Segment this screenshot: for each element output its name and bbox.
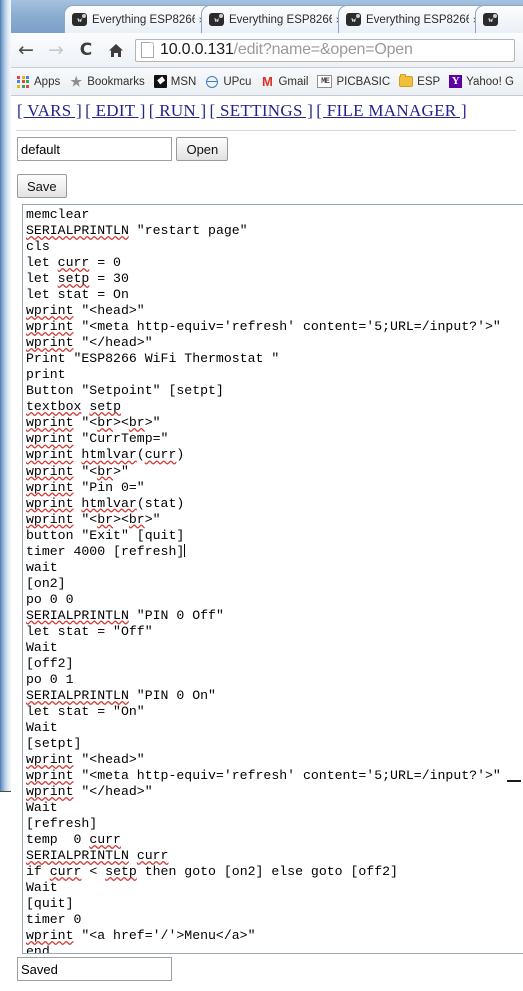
save-row: Save xyxy=(17,174,67,198)
forward-icon[interactable]: → xyxy=(41,40,71,60)
browser-toolbar: ← → C 10.0.0.131/edit?name=&open=Open xyxy=(11,33,523,68)
w-logo-icon: w xyxy=(209,13,224,26)
yahoo-icon: Y xyxy=(449,75,463,88)
address-host: 10.0.0.131 xyxy=(160,41,234,58)
bookmark-label: PICBASIC xyxy=(336,75,391,88)
folder-icon xyxy=(399,74,414,89)
w-logo-icon: w xyxy=(72,13,87,26)
w-logo-icon: w xyxy=(346,13,361,26)
save-button[interactable]: Save xyxy=(17,174,67,198)
filename-input[interactable] xyxy=(17,137,172,161)
nav-link-file-manager[interactable]: [ FILE MANAGER ] xyxy=(316,101,467,120)
bookmark-esp[interactable]: ESP xyxy=(399,74,441,89)
back-icon[interactable]: ← xyxy=(11,40,41,60)
bookmark-label: Gmail xyxy=(278,75,309,88)
open-button[interactable]: Open xyxy=(176,137,229,161)
nav-link-settings[interactable]: [ SETTINGS ] xyxy=(210,101,314,120)
open-file-row: Open xyxy=(17,137,229,161)
bookmark-label: Bookmarks xyxy=(87,75,145,88)
bookmark-bookmarks[interactable]: ★ Bookmarks xyxy=(69,74,145,89)
bookmark-label: ESP xyxy=(417,75,441,88)
browser-window: w Everything ESP8266 - × w Everything ES… xyxy=(0,0,523,991)
tab-title: Everything ESP8266 - xyxy=(366,13,469,26)
bookmark-label: Yahoo! G xyxy=(466,75,514,88)
home-icon[interactable] xyxy=(101,43,131,58)
browser-tab-3[interactable]: w Everything ESP8266 - × xyxy=(338,5,488,33)
bookmark-gmail[interactable]: M Gmail xyxy=(260,75,308,89)
bookmark-yahoo[interactable]: Y Yahoo! G xyxy=(449,75,514,88)
window-bottom-divider xyxy=(0,791,11,792)
bookmark-msn[interactable]: ❖ MSN xyxy=(153,75,197,88)
browser-tab-2[interactable]: w Everything ESP8266 - × xyxy=(201,5,351,33)
window-left-border xyxy=(0,0,11,791)
bookmark-label: UPcu xyxy=(223,75,252,88)
address-bar[interactable]: 10.0.0.131/edit?name=&open=Open xyxy=(135,38,515,62)
nav-link-vars[interactable]: [ VARS ] xyxy=(17,101,82,120)
status-input[interactable] xyxy=(17,957,172,981)
code-editor-textarea[interactable]: memclear SERIALPRINTLN "restart page" cl… xyxy=(22,204,523,954)
nav-link-run[interactable]: [ RUN ] xyxy=(149,101,207,120)
browser-tab-4[interactable]: w xyxy=(475,5,523,33)
star-icon: ★ xyxy=(70,74,83,89)
tab-title: Everything ESP8266 - xyxy=(92,13,195,26)
bookmark-picbasic[interactable]: ME PICBASIC xyxy=(317,75,390,88)
msn-icon: ❖ xyxy=(153,75,167,88)
page-content: [ VARS ][ EDIT ][ RUN ][ SETTINGS ][ FIL… xyxy=(11,96,523,991)
horizontal-divider xyxy=(16,130,516,131)
status-row xyxy=(17,957,172,981)
browser-tab-1[interactable]: w Everything ESP8266 - × xyxy=(64,5,214,33)
nav-link-edit[interactable]: [ EDIT ] xyxy=(85,101,146,120)
reload-icon[interactable]: C xyxy=(71,41,101,59)
page-document-icon xyxy=(141,42,154,58)
code-editor-content: memclear SERIALPRINTLN "restart page" cl… xyxy=(26,207,501,954)
window-bottom-filler xyxy=(0,791,11,991)
page-nav-links: [ VARS ][ EDIT ][ RUN ][ SETTINGS ][ FIL… xyxy=(17,101,470,121)
address-bar-text: 10.0.0.131/edit?name=&open=Open xyxy=(160,41,413,59)
bookmark-upcu[interactable]: UPcu xyxy=(205,75,251,89)
tab-strip: w Everything ESP8266 - × w Everything ES… xyxy=(11,0,523,33)
w-logo-icon: w xyxy=(483,13,498,26)
address-path: /edit?name=&open=Open xyxy=(233,41,413,58)
tab-title: Everything ESP8266 - xyxy=(229,13,332,26)
bookmarks-bar: Apps ★ Bookmarks ❖ MSN UPcu M Gmail ME P… xyxy=(11,68,523,96)
gmail-icon: M xyxy=(262,74,273,89)
bookmark-label: Apps xyxy=(34,75,61,88)
bookmark-apps[interactable]: Apps xyxy=(16,75,60,89)
bookmark-label: MSN xyxy=(170,75,197,88)
apps-grid-icon xyxy=(16,75,30,89)
picbasic-icon: ME xyxy=(317,75,333,88)
editor-scrollbar-thumb[interactable] xyxy=(507,780,521,782)
upcu-icon xyxy=(205,75,219,89)
